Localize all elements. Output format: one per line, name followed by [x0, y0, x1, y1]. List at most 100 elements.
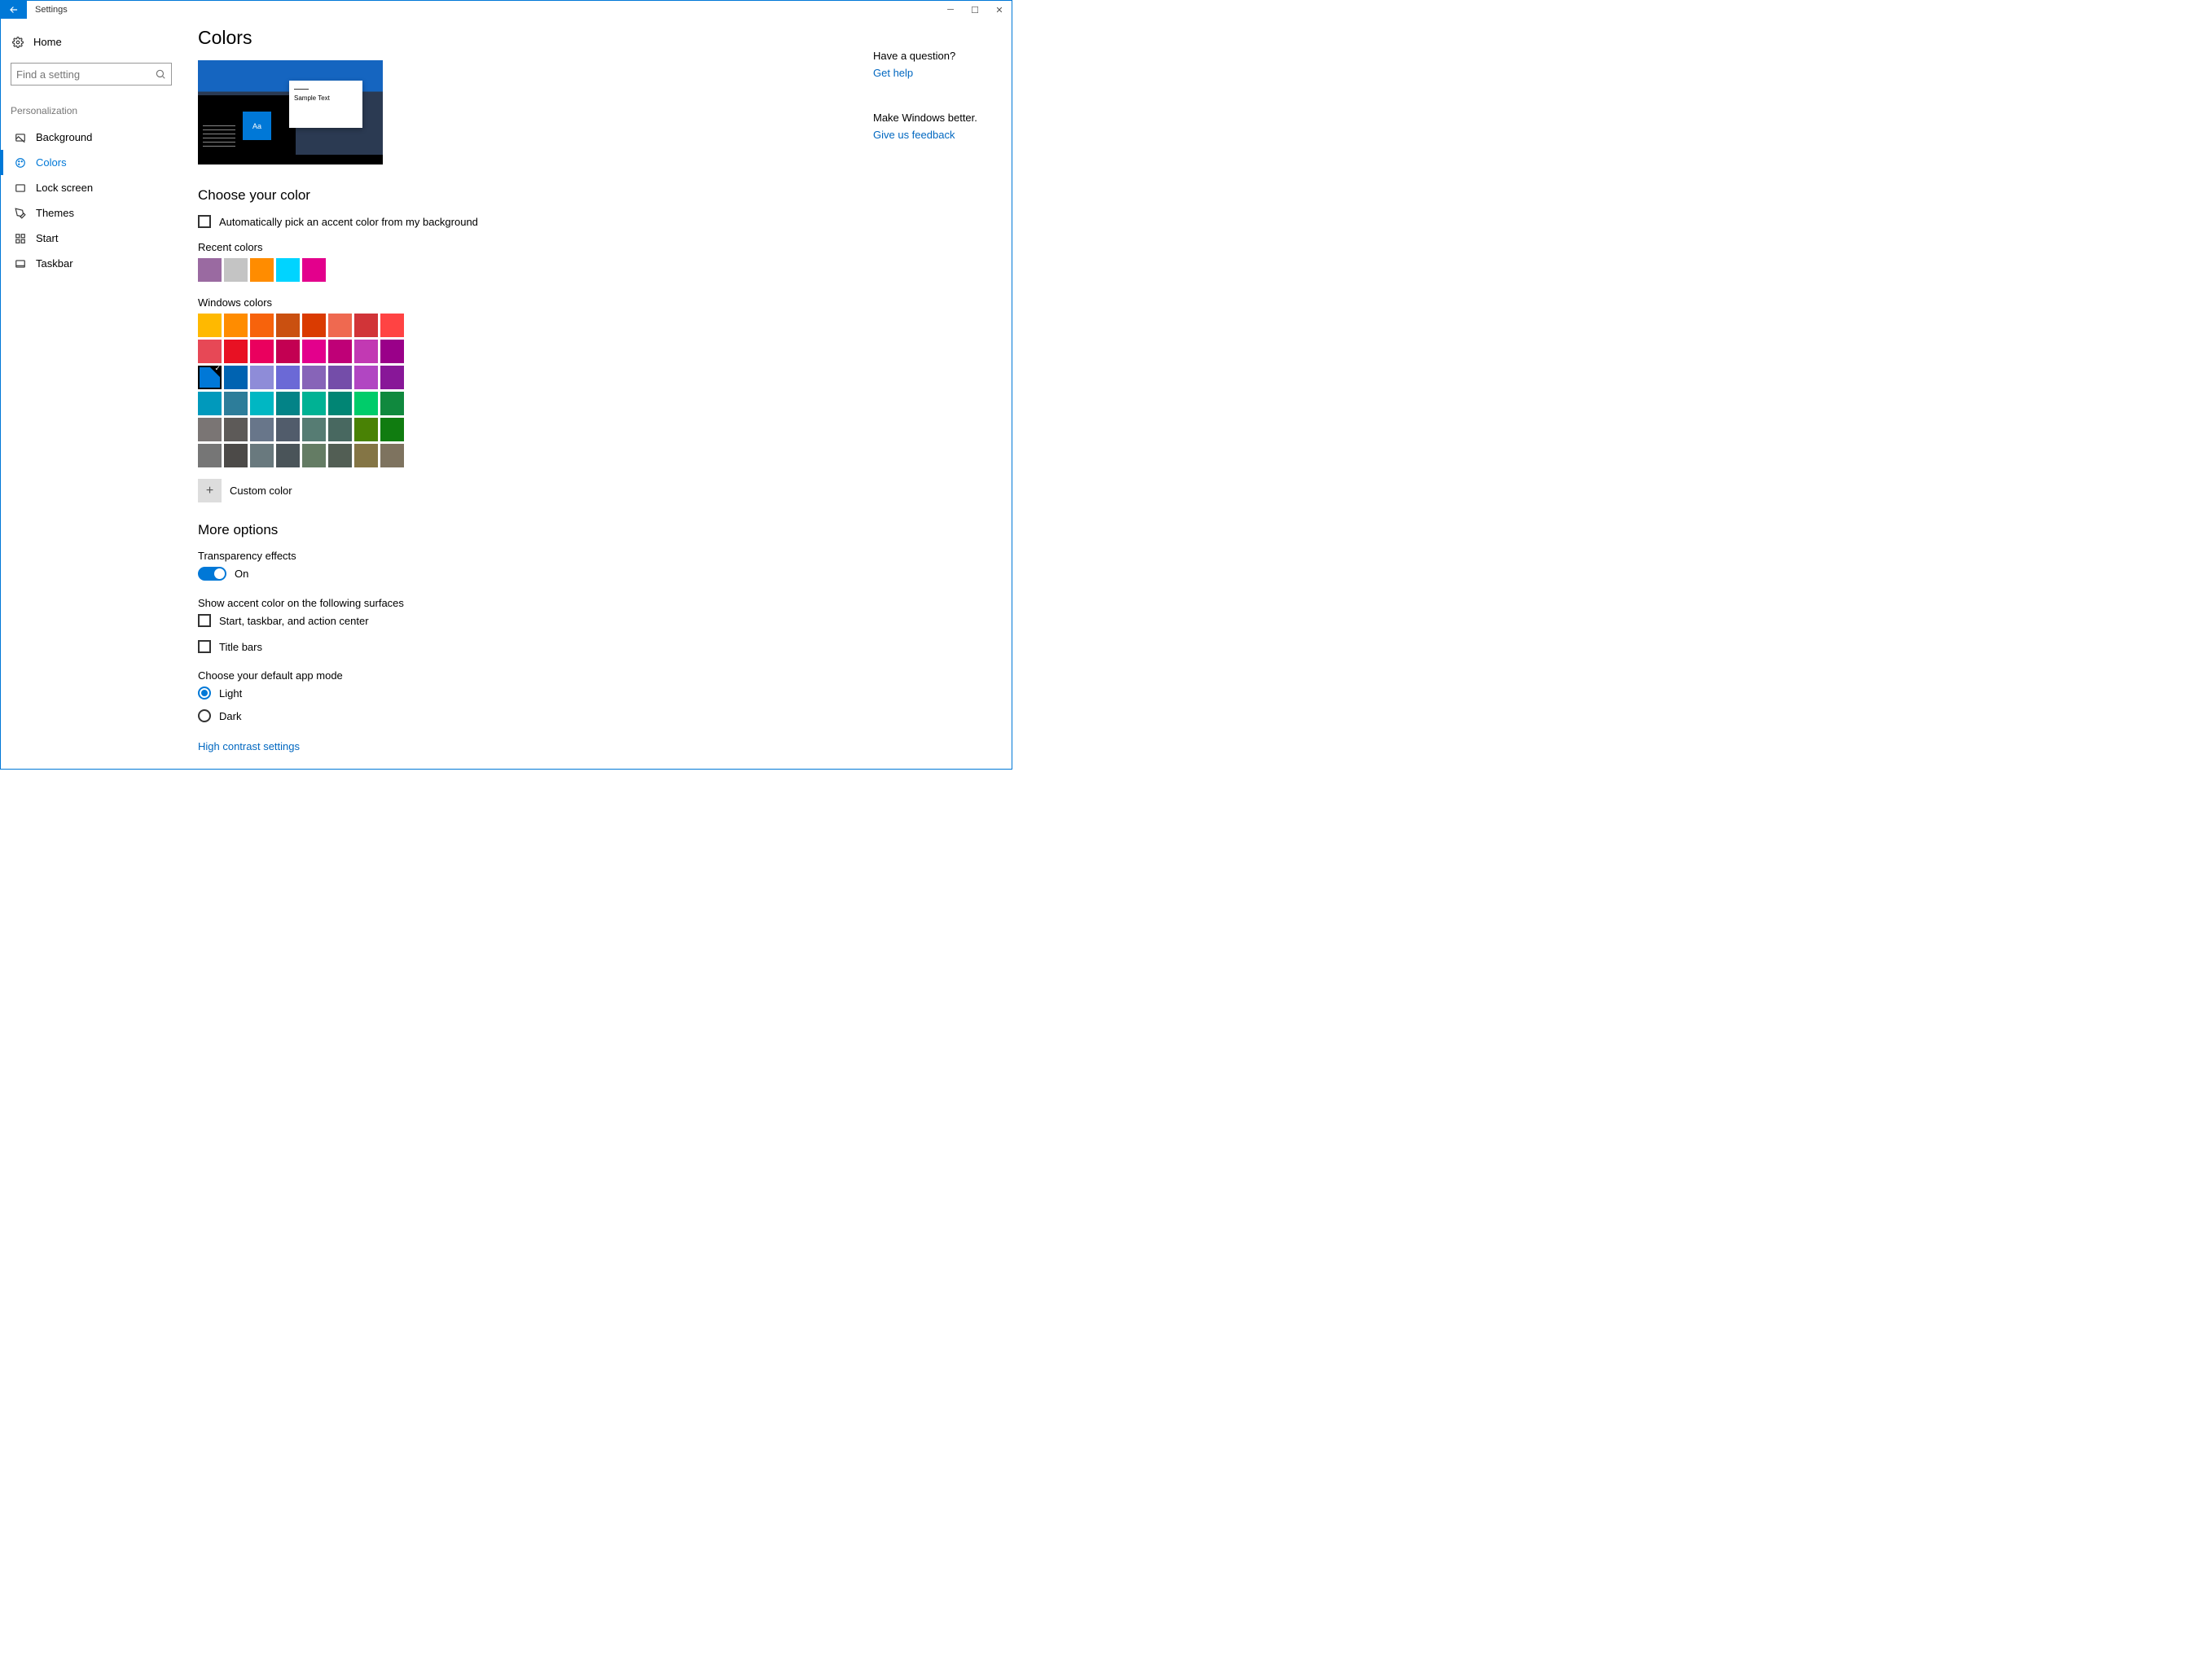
- desktop-preview: Aa Sample Text: [198, 60, 383, 164]
- color-swatch[interactable]: [198, 444, 222, 467]
- high-contrast-link[interactable]: High contrast settings: [198, 740, 300, 752]
- home-label: Home: [33, 36, 62, 48]
- feedback-link[interactable]: Give us feedback: [873, 129, 955, 141]
- color-swatch[interactable]: [198, 314, 222, 337]
- surface-start-checkbox[interactable]: Start, taskbar, and action center: [198, 614, 857, 627]
- sidebar-item-themes[interactable]: Themes: [1, 200, 182, 226]
- close-button[interactable]: ✕: [987, 1, 1012, 19]
- sidebar-item-label: Taskbar: [36, 257, 73, 270]
- toggle-track: [198, 567, 226, 581]
- color-swatch[interactable]: [198, 392, 222, 415]
- color-swatch[interactable]: [276, 418, 300, 441]
- color-swatch[interactable]: [302, 340, 326, 363]
- color-swatch[interactable]: [354, 366, 378, 389]
- color-swatch[interactable]: [302, 314, 326, 337]
- color-swatch[interactable]: [224, 314, 248, 337]
- color-swatch[interactable]: [250, 392, 274, 415]
- color-swatch[interactable]: [276, 340, 300, 363]
- color-swatch[interactable]: [380, 444, 404, 467]
- aside-panel: Have a question? Get help Make Windows b…: [873, 19, 1012, 769]
- sidebar-item-label: Themes: [36, 207, 74, 219]
- color-swatch[interactable]: [198, 366, 222, 389]
- window-title: Settings: [27, 5, 68, 15]
- color-swatch[interactable]: [276, 366, 300, 389]
- color-swatch[interactable]: [276, 314, 300, 337]
- color-swatch[interactable]: [198, 340, 222, 363]
- color-swatch[interactable]: [250, 340, 274, 363]
- color-swatch[interactable]: [354, 340, 378, 363]
- color-swatch[interactable]: [224, 340, 248, 363]
- mode-light-radio[interactable]: Light: [198, 686, 857, 700]
- color-swatch[interactable]: [250, 444, 274, 467]
- color-swatch[interactable]: [198, 258, 222, 282]
- sidebar-item-taskbar[interactable]: Taskbar: [1, 251, 182, 276]
- color-swatch[interactable]: [380, 392, 404, 415]
- color-swatch[interactable]: [198, 418, 222, 441]
- color-swatch[interactable]: [250, 258, 274, 282]
- color-swatch[interactable]: [224, 418, 248, 441]
- color-swatch[interactable]: [250, 314, 274, 337]
- checkbox-icon: [198, 614, 211, 627]
- page-title: Colors: [198, 27, 857, 49]
- color-swatch[interactable]: [302, 258, 326, 282]
- color-swatch[interactable]: [250, 366, 274, 389]
- sidebar-item-lockscreen[interactable]: Lock screen: [1, 175, 182, 200]
- color-swatch[interactable]: [302, 418, 326, 441]
- sidebar-item-label: Start: [36, 232, 58, 244]
- color-swatch[interactable]: [380, 418, 404, 441]
- color-swatch[interactable]: [276, 258, 300, 282]
- windows-colors-grid: [198, 314, 857, 467]
- color-swatch[interactable]: [224, 444, 248, 467]
- plus-icon: +: [198, 479, 222, 502]
- color-swatch[interactable]: [328, 340, 352, 363]
- color-swatch[interactable]: [250, 418, 274, 441]
- search-input[interactable]: Find a setting: [11, 63, 172, 86]
- lockscreen-icon: [13, 182, 28, 194]
- home-nav[interactable]: Home: [1, 31, 182, 53]
- surface-titlebars-checkbox[interactable]: Title bars: [198, 640, 857, 653]
- color-swatch[interactable]: [302, 366, 326, 389]
- color-swatch[interactable]: [354, 444, 378, 467]
- color-swatch[interactable]: [380, 340, 404, 363]
- surface-titlebars-label: Title bars: [219, 641, 262, 653]
- custom-color-button[interactable]: + Custom color: [198, 479, 857, 502]
- surface-start-label: Start, taskbar, and action center: [219, 615, 369, 627]
- color-swatch[interactable]: [302, 444, 326, 467]
- color-swatch[interactable]: [224, 258, 248, 282]
- color-swatch[interactable]: [380, 314, 404, 337]
- transparency-toggle[interactable]: On: [198, 567, 857, 581]
- mode-dark-radio[interactable]: Dark: [198, 709, 857, 722]
- image-icon: [13, 132, 28, 143]
- color-swatch[interactable]: [224, 366, 248, 389]
- color-swatch[interactable]: [354, 392, 378, 415]
- auto-pick-checkbox[interactable]: Automatically pick an accent color from …: [198, 215, 857, 228]
- back-button[interactable]: [1, 1, 27, 19]
- color-swatch[interactable]: [354, 314, 378, 337]
- color-swatch[interactable]: [354, 418, 378, 441]
- main-content: Colors Aa Sample Text Choose your color …: [182, 19, 873, 769]
- color-swatch[interactable]: [328, 444, 352, 467]
- sidebar-item-start[interactable]: Start: [1, 226, 182, 251]
- color-swatch[interactable]: [224, 392, 248, 415]
- preview-sample-text: Sample Text: [294, 94, 330, 102]
- recent-colors-heading: Recent colors: [198, 241, 857, 253]
- windows-colors-heading: Windows colors: [198, 296, 857, 309]
- get-help-link[interactable]: Get help: [873, 67, 913, 79]
- start-icon: [13, 233, 28, 244]
- color-swatch[interactable]: [328, 418, 352, 441]
- color-swatch[interactable]: [328, 314, 352, 337]
- sidebar-item-colors[interactable]: Colors: [1, 150, 182, 175]
- color-swatch[interactable]: [302, 392, 326, 415]
- color-swatch[interactable]: [276, 444, 300, 467]
- better-text: Make Windows better.: [873, 112, 1003, 124]
- search-icon: [155, 68, 166, 80]
- maximize-button[interactable]: ☐: [963, 1, 987, 19]
- sidebar-item-background[interactable]: Background: [1, 125, 182, 150]
- color-swatch[interactable]: [276, 392, 300, 415]
- color-swatch[interactable]: [328, 392, 352, 415]
- minimize-button[interactable]: ─: [938, 1, 963, 19]
- arrow-left-icon: [8, 4, 20, 15]
- color-swatch[interactable]: [328, 366, 352, 389]
- color-swatch[interactable]: [380, 366, 404, 389]
- mode-light-label: Light: [219, 687, 242, 700]
